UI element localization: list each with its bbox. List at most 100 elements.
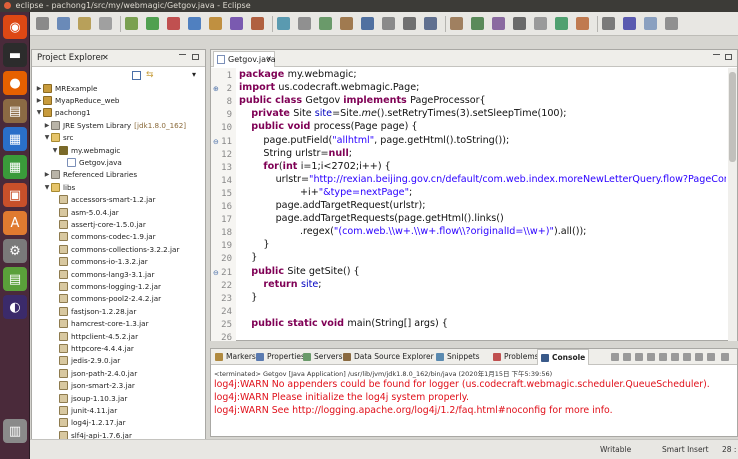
libreoffice-icon[interactable]: ▤ xyxy=(3,267,27,291)
toolbar-button-icon[interactable] xyxy=(665,17,678,30)
console-toolbar-icon[interactable] xyxy=(659,353,667,361)
expanded-arrow-icon[interactable]: ▼ xyxy=(35,109,43,116)
settings-icon[interactable]: ⚙ xyxy=(3,239,27,263)
toolbar-button-icon[interactable] xyxy=(492,17,505,30)
tree-item[interactable]: ▼ src xyxy=(32,132,74,144)
tree-item[interactable]: jedis-2.9.0.jar xyxy=(32,355,120,367)
toolbar-button-icon[interactable] xyxy=(36,17,49,30)
toolbar-button-icon[interactable] xyxy=(167,17,180,30)
console-toolbar-icon[interactable] xyxy=(721,353,729,361)
toolbar-button-icon[interactable] xyxy=(319,17,332,30)
tab-servers[interactable]: Servers xyxy=(303,352,343,361)
tree-item[interactable]: ▶ MyapReduce_web xyxy=(32,94,119,106)
console-toolbar-icon[interactable] xyxy=(683,353,691,361)
toolbar-button-icon[interactable] xyxy=(298,17,311,30)
toolbar-button-icon[interactable] xyxy=(602,17,615,30)
toolbar-button-icon[interactable] xyxy=(382,17,395,30)
toolbar-button-icon[interactable] xyxy=(78,17,91,30)
toolbar-button-icon[interactable] xyxy=(57,17,70,30)
writer-icon[interactable]: ▦ xyxy=(3,127,27,151)
toolbar-button-icon[interactable] xyxy=(424,17,437,30)
tab-console[interactable]: Console xyxy=(537,349,590,365)
ubuntu-dash-icon[interactable]: ◉ xyxy=(3,15,27,39)
toolbar-button-icon[interactable] xyxy=(555,17,568,30)
console-toolbar-icon[interactable] xyxy=(695,353,703,361)
console-toolbar-icon[interactable] xyxy=(635,353,643,361)
maximize-icon[interactable] xyxy=(192,54,199,60)
tab-markers[interactable]: Markers xyxy=(215,352,256,361)
collapsed-arrow-icon[interactable]: ▶ xyxy=(43,171,51,178)
toolbar-button-icon[interactable] xyxy=(471,17,484,30)
software-center-icon[interactable]: A xyxy=(3,211,27,235)
tree-item[interactable]: junit-4.11.jar xyxy=(32,404,117,416)
expanded-arrow-icon[interactable]: ▼ xyxy=(43,184,51,191)
tree-item[interactable]: assertj-core-1.5.0.jar xyxy=(32,218,146,230)
toolbar-button-icon[interactable] xyxy=(513,17,526,30)
collapsed-arrow-icon[interactable]: ▶ xyxy=(35,85,43,92)
project-explorer-tab[interactable]: Project Explorer ✕ xyxy=(32,50,205,67)
code-area[interactable]: package my.webmagic; import us.codecraft.… xyxy=(211,68,726,341)
expanded-arrow-icon[interactable]: ▼ xyxy=(43,134,51,141)
tree-item[interactable]: jsoup-1.10.3.jar xyxy=(32,392,127,404)
toolbar-button-icon[interactable] xyxy=(403,17,416,30)
toolbar-button-icon[interactable] xyxy=(340,17,353,30)
toolbar-button-icon[interactable] xyxy=(230,17,243,30)
tab-properties[interactable]: Properties xyxy=(256,352,305,361)
toolbar-button-icon[interactable] xyxy=(644,17,657,30)
close-icon[interactable]: ✕ xyxy=(102,53,109,62)
toolbar-button-icon[interactable] xyxy=(188,17,201,30)
tree-item[interactable]: asm-5.0.4.jar xyxy=(32,206,119,218)
calc-icon[interactable]: ▦ xyxy=(3,155,27,179)
tree-item[interactable]: Getgov.java xyxy=(32,156,122,168)
minimize-icon[interactable] xyxy=(179,54,186,55)
toolbar-button-icon[interactable] xyxy=(361,17,374,30)
toolbar-button-icon[interactable] xyxy=(277,17,290,30)
collapse-all-icon[interactable] xyxy=(132,71,141,80)
scrollbar-thumb[interactable] xyxy=(729,72,736,162)
tree-item[interactable]: commons-pool2-2.4.2.jar xyxy=(32,293,161,305)
tree-item[interactable]: commons-codec-1.9.jar xyxy=(32,231,156,243)
expanded-arrow-icon[interactable]: ▼ xyxy=(51,147,59,154)
tab-problems[interactable]: Problems xyxy=(493,352,539,361)
tree-item[interactable]: commons-io-1.3.2.jar xyxy=(32,256,148,268)
console-toolbar-icon[interactable] xyxy=(647,353,655,361)
minimize-icon[interactable] xyxy=(713,54,720,55)
tree-item[interactable]: ▼ pachong1 xyxy=(32,107,91,119)
tree-item[interactable]: ▶ Referenced Libraries xyxy=(32,169,137,181)
collapsed-arrow-icon[interactable]: ▶ xyxy=(43,122,51,129)
view-menu-icon[interactable]: ▾ xyxy=(192,71,196,79)
toolbar-button-icon[interactable] xyxy=(146,17,159,30)
console-toolbar-icon[interactable] xyxy=(671,353,679,361)
terminal-icon[interactable]: ▬ xyxy=(3,43,27,67)
tree-item[interactable]: json-path-2.4.0.jar xyxy=(32,367,137,379)
editor-tab-getgov[interactable]: Getgov.java ✕ xyxy=(213,51,276,67)
toolbar-button-icon[interactable] xyxy=(209,17,222,30)
toolbar-button-icon[interactable] xyxy=(125,17,138,30)
tree-item[interactable]: commons-collections-3.2.2.jar xyxy=(32,243,179,255)
tree-item[interactable]: commons-lang3-3.1.jar xyxy=(32,268,154,280)
vertical-scrollbar[interactable] xyxy=(728,68,737,341)
console-toolbar-icon[interactable] xyxy=(611,353,619,361)
collapsed-arrow-icon[interactable]: ▶ xyxy=(35,97,43,104)
close-icon[interactable]: ✕ xyxy=(266,55,272,63)
eclipse-icon[interactable]: ◐ xyxy=(3,295,27,319)
files-icon[interactable]: ▤ xyxy=(3,99,27,123)
tree-item[interactable]: fastjson-1.2.28.jar xyxy=(32,305,136,317)
tree-item[interactable]: ▼ libs xyxy=(32,181,75,193)
tree-item[interactable]: httpclient-4.5.2.jar xyxy=(32,330,138,342)
tree-item[interactable]: accessors-smart-1.2.jar xyxy=(32,194,156,206)
tab-snippets[interactable]: Snippets xyxy=(436,352,480,361)
firefox-icon[interactable]: ● xyxy=(3,71,27,95)
toolbar-button-icon[interactable] xyxy=(623,17,636,30)
trash-icon[interactable]: ▥ xyxy=(3,419,27,443)
tree-item[interactable]: ▼ my.webmagic xyxy=(32,144,120,156)
link-with-editor-icon[interactable]: ⇆ xyxy=(146,71,156,80)
toolbar-button-icon[interactable] xyxy=(450,17,463,30)
tree-item[interactable]: commons-logging-1.2.jar xyxy=(32,280,161,292)
toolbar-button-icon[interactable] xyxy=(534,17,547,30)
console-toolbar-icon[interactable] xyxy=(707,353,715,361)
console-toolbar-icon[interactable] xyxy=(623,353,631,361)
tree-item[interactable]: json-smart-2.3.jar xyxy=(32,380,135,392)
tab-data-source-explorer[interactable]: Data Source Explorer xyxy=(343,352,434,361)
maximize-icon[interactable] xyxy=(725,54,732,60)
